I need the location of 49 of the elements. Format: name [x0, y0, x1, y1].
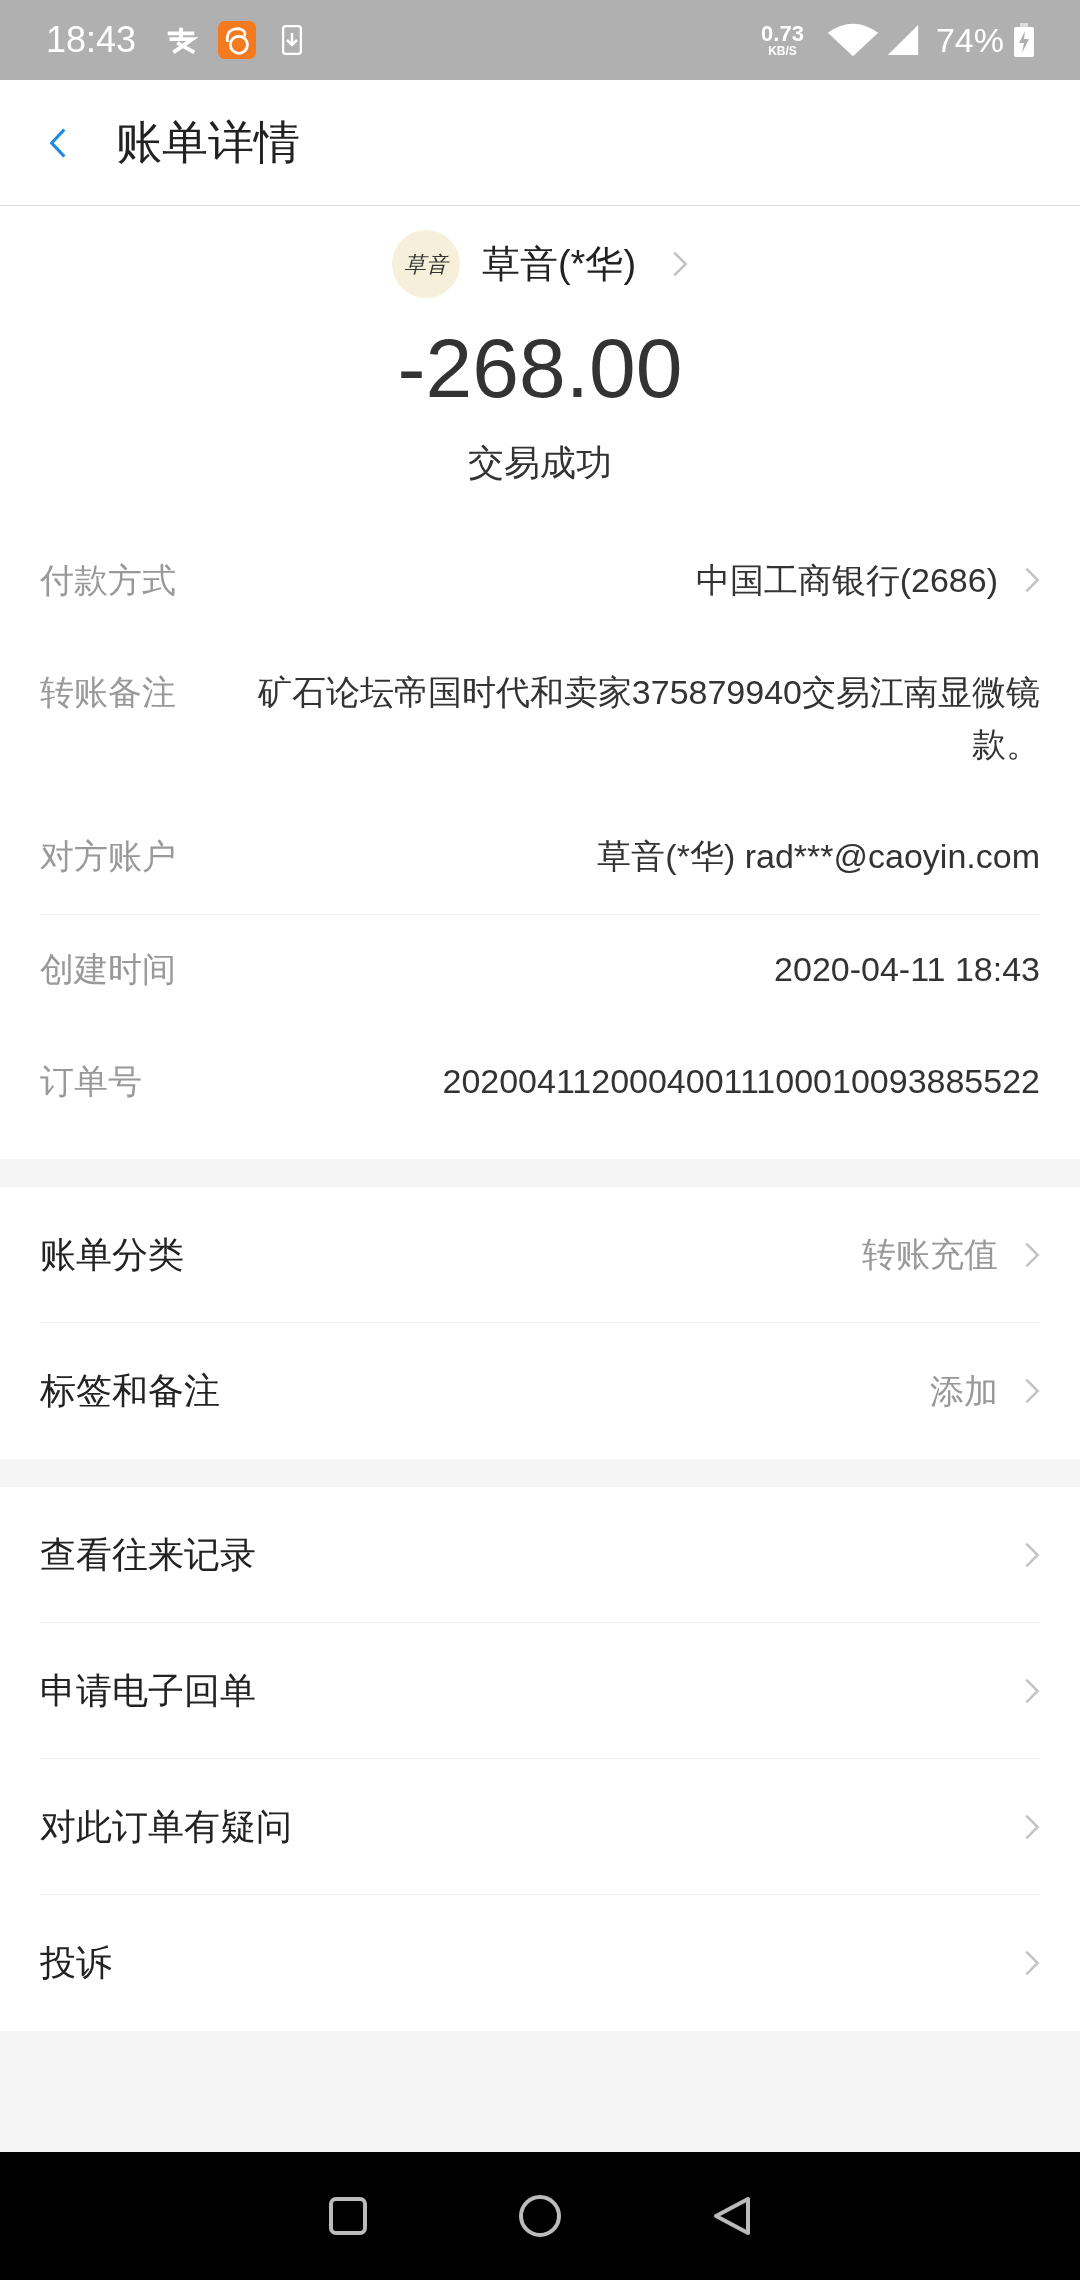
chevron-right-icon	[1024, 566, 1040, 594]
menu-label: 对此订单有疑问	[40, 1804, 293, 1849]
back-icon[interactable]	[712, 2196, 752, 2236]
detail-value: 2020-04-11 18:43	[773, 949, 1040, 990]
chevron-right-icon	[1024, 1540, 1040, 1569]
detail-value[interactable]: 中国工商银行(2686)	[256, 554, 998, 606]
menu-row[interactable]: 投诉	[40, 1895, 1040, 2031]
chevron-right-icon	[1024, 1949, 1040, 1977]
chevron-right-icon	[672, 250, 689, 278]
home-icon[interactable]	[518, 2194, 562, 2238]
menu-row[interactable]: 对此订单有疑问	[40, 1759, 1040, 1895]
chevron-right-icon	[1024, 1812, 1040, 1841]
download-icon	[282, 25, 303, 55]
detail-value: 矿石论坛帝国时代和卖家375879940交易江南显微镜款。	[256, 672, 1040, 765]
menu-value: 添加	[930, 1370, 998, 1412]
menu-row[interactable]: 账单分类 转账充值	[40, 1187, 1040, 1323]
menu-row[interactable]: 申请电子回单	[40, 1623, 1040, 1759]
detail-label: 付款方式	[40, 560, 177, 601]
detail-label: 创建时间	[40, 949, 177, 990]
menu-label: 申请电子回单	[40, 1668, 257, 1713]
menu-row[interactable]: 标签和备注 添加	[40, 1323, 1040, 1459]
detail-value: 草音(*华) rad***@caoyin.com	[596, 836, 1040, 877]
detail-label: 订单号	[40, 1061, 143, 1102]
chevron-right-icon	[1024, 1240, 1040, 1269]
signal-icon	[885, 23, 920, 57]
back-icon	[49, 126, 67, 159]
network-speed-unit: KB/S	[768, 45, 797, 57]
menu-label: 投诉	[40, 1941, 113, 1985]
chevron-right-icon	[1024, 1377, 1040, 1405]
wifi-icon	[825, 22, 880, 58]
detail-label: 转账备注	[40, 672, 177, 713]
transaction-amount: -268.00	[396, 326, 684, 410]
clock: 18:43	[46, 18, 137, 62]
transaction-status: 交易成功	[467, 441, 613, 485]
chevron-right-icon	[1024, 1676, 1040, 1705]
payee-avatar: 草音	[391, 230, 460, 298]
detail-label: 对方账户	[40, 836, 177, 877]
detail-value: 20200411200040011100010093885522	[441, 1061, 1040, 1102]
battery-charging-icon	[1014, 23, 1034, 57]
battery-percentage: 74%	[935, 19, 1004, 61]
menu-value: 转账充值	[862, 1234, 998, 1275]
menu-row[interactable]: 查看往来记录	[40, 1487, 1040, 1623]
recents-icon[interactable]	[328, 2196, 368, 2236]
network-speed: 0.73	[761, 23, 804, 45]
payee-name[interactable]: 草音(*华)	[481, 235, 637, 293]
menu-label: 查看往来记录	[40, 1532, 257, 1577]
menu-label: 账单分类	[40, 1232, 185, 1277]
page-title: 账单详情	[116, 115, 300, 170]
menu-label: 标签和备注	[40, 1369, 221, 1413]
